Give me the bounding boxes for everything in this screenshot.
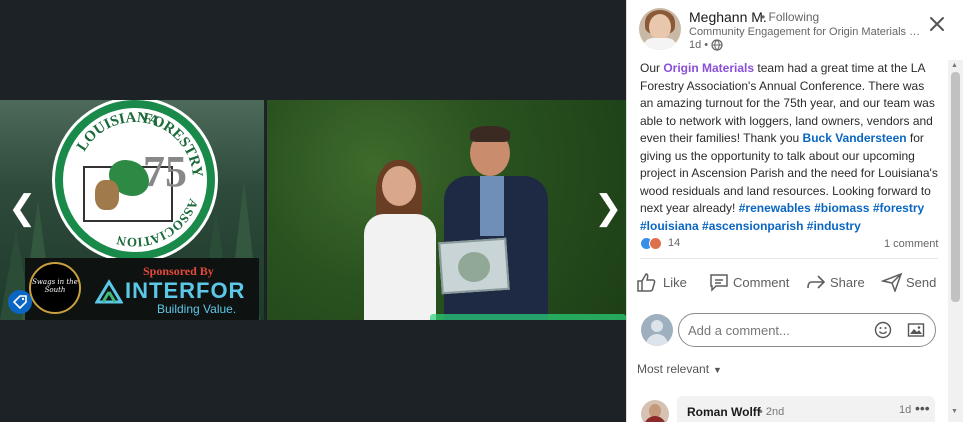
current-user-avatar [641,314,673,346]
send-label: Send [906,275,937,290]
comment-item: Roman Wolff • 2nd 1d ••• [677,396,935,422]
comment-icon [710,274,728,292]
sponsored-by-label: Sponsored By [143,264,214,278]
post-text: Our Origin Materials team had a great ti… [640,60,940,235]
like-label: Like [663,275,687,290]
share-arrow-icon [807,275,826,289]
face [382,166,416,206]
hashtag-industry[interactable]: #industry [807,219,861,233]
send-button[interactable]: Send [881,268,937,296]
hashtag-ascensionparish[interactable]: #ascensionparish [702,219,803,233]
plaque-emblem [457,250,492,284]
comment-label: Comment [733,275,790,290]
author-name[interactable]: Meghann M. [689,9,767,25]
blue-shirt [480,176,504,236]
emoji-icon[interactable] [874,321,892,339]
image-divider [264,100,267,320]
hashtag-renewables[interactable]: #renewables [739,201,811,215]
comment-input[interactable]: Add a comment... [678,313,936,347]
commenter-name[interactable]: Roman Wolff [687,405,761,419]
post-actions: Like Comment Share Send [635,268,945,296]
post-image[interactable]: LOUISIANA FORESTRY ASSOCIATION 75 Swags … [0,100,626,320]
share-label: Share [830,275,865,290]
swags-badge-text: Swags in the South [32,278,78,294]
sponsor-banner: Swags in the South Sponsored By INTERFOR… [25,258,259,320]
interfor-tagline: Building Value. [157,302,237,316]
globe-icon [711,39,723,51]
hashtag-louisiana[interactable]: #louisiana [640,219,699,233]
avatar-shirt [643,38,677,50]
avatar-face [649,14,671,40]
close-icon[interactable] [927,14,947,34]
reaction-count: 14 [668,237,681,249]
avatar-head [651,320,663,332]
divider [640,258,938,259]
scroll-down-arrow[interactable]: ▼ [951,408,958,415]
previous-image-button[interactable]: ❮ [8,190,37,226]
reactions-summary[interactable]: 14 [640,235,700,251]
white-jacket [364,214,436,320]
image-icon[interactable] [907,321,925,339]
hashtag-biomass[interactable]: #biomass [814,201,869,215]
scroll-thumb[interactable] [951,72,960,302]
hashtag-forestry[interactable]: #forestry [873,201,924,215]
panel-scrollbar[interactable]: ▲ ▼ [948,60,963,422]
hair [470,126,510,142]
commenter-shirt [644,416,666,422]
logo-number: 75 [143,147,187,196]
avatar-body [646,334,668,346]
more-options-icon[interactable]: ••• [915,400,930,416]
forestry-association-logo: LOUISIANA FORESTRY ASSOCIATION 75 [55,100,215,260]
tag-button[interactable] [8,290,32,314]
love-reaction-icon [649,237,662,250]
post-text-segment: Our [640,61,664,75]
post-time: 1d • [689,39,709,51]
woman-figure [360,160,440,320]
author-avatar[interactable] [639,8,681,50]
mention-buck-vandersteen[interactable]: Buck Vandersteen [803,131,907,145]
thumbs-up-icon [637,273,656,292]
tag-icon [13,295,27,309]
media-viewer: LOUISIANA FORESTRY ASSOCIATION 75 Swags … [0,0,626,422]
people-photo [360,126,550,320]
interfor-wordmark: INTERFOR [125,278,246,303]
commenter-avatar[interactable] [641,400,669,422]
send-icon [881,272,903,292]
follow-status: • Following [761,10,820,24]
scroll-up-arrow[interactable]: ▲ [951,62,958,69]
next-image-button[interactable]: ❯ [594,190,623,226]
author-headline: Community Engagement for Origin Material… [689,26,921,38]
sort-label: Most relevant [637,362,710,376]
comment-sort-dropdown[interactable]: Most relevant ▼ [637,362,722,376]
like-button[interactable]: Like [635,268,691,296]
comment-button[interactable]: Comment [708,268,790,296]
share-button[interactable]: Share [805,268,869,296]
interfor-logo-icon [95,279,123,304]
comment-time: 1d [899,404,912,416]
comment-count[interactable]: 1 comment [884,238,938,250]
connection-degree: • 2nd [759,406,785,418]
mention-origin-materials[interactable]: Origin Materials [663,61,754,75]
swags-badge: Swags in the South [29,262,81,314]
chevron-down-icon: ▼ [713,365,722,375]
award-plaque [438,237,510,295]
comment-placeholder: Add a comment... [688,323,790,338]
stage-light [430,314,626,320]
pine-cone-icon [95,180,119,210]
post-panel: Meghann M. • Following Community Engagem… [626,0,963,422]
